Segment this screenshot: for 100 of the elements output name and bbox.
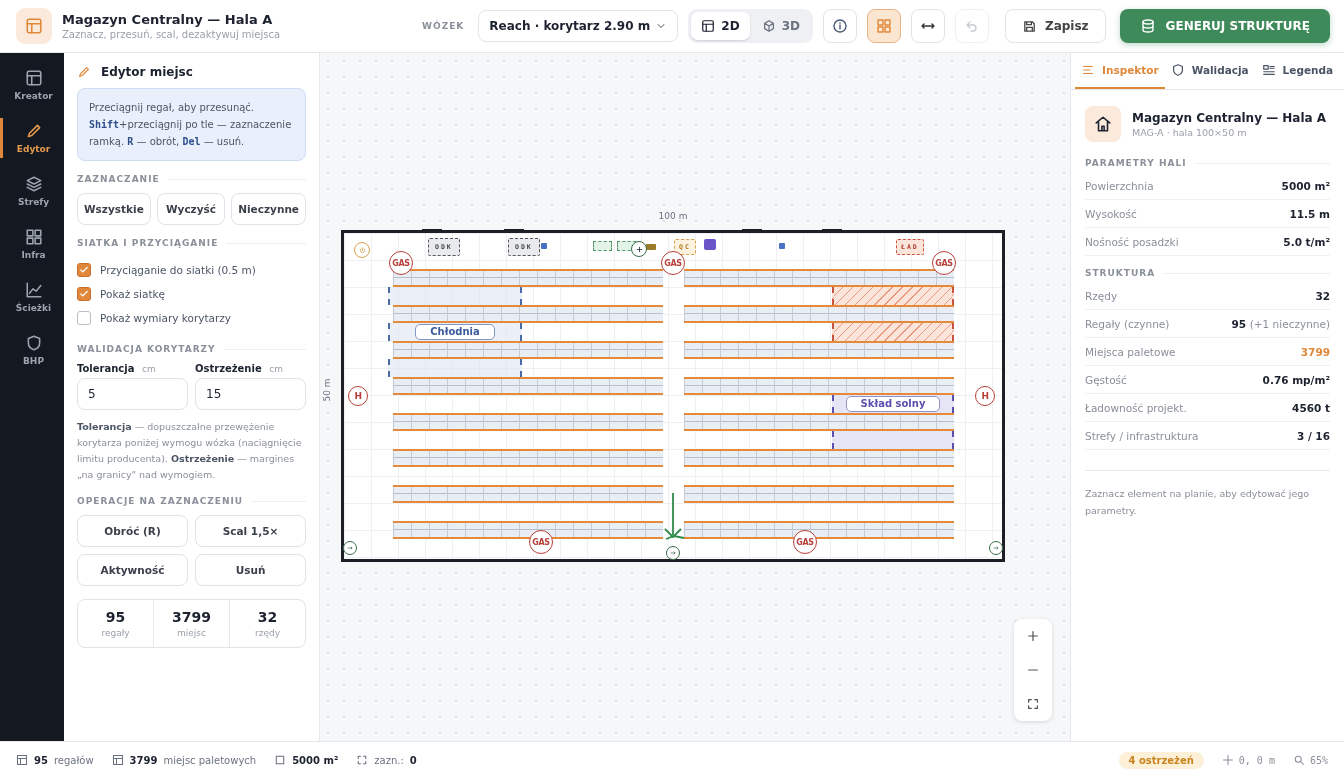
square-marker-icon[interactable] [779, 243, 785, 249]
operation-button[interactable]: Obróć (R) [77, 515, 188, 547]
nav-item[interactable]: BHP [0, 330, 64, 370]
rack-row[interactable] [393, 341, 663, 359]
rack-row[interactable] [393, 521, 663, 539]
property-label: Strefy / infrastruktura [1085, 429, 1199, 442]
rack-row[interactable] [393, 305, 663, 323]
storage-zone[interactable] [832, 431, 954, 449]
hazard-zone[interactable] [832, 287, 954, 305]
zone-label: Skład solny [845, 396, 941, 412]
operation-button[interactable]: Aktywność [77, 554, 188, 586]
section-heading: WALIDACJA KORYTARZY [77, 344, 306, 354]
checkbox-label: Przyciąganie do siatki (0.5 m) [100, 264, 256, 276]
power-icon[interactable] [354, 242, 370, 258]
section-heading: STRUKTURA [1085, 268, 1330, 278]
number-field[interactable]: 15 [195, 378, 306, 410]
rack-row[interactable] [684, 485, 954, 503]
plus-circle-icon[interactable] [631, 241, 647, 257]
exit-icon[interactable] [343, 541, 357, 555]
rack-row[interactable] [393, 269, 663, 287]
gas-marker[interactable]: GAS [529, 530, 553, 554]
nav-item[interactable]: Ścieżki [0, 277, 64, 317]
description-text: Tolerancja — dopuszczalne przewężenie korytarza poniżej wymogu wózka (naciągnięcie limitu producenta). Ostrzeżenie — margines „na granicy" nad wymogiem. [77, 420, 303, 482]
select-button[interactable]: Nieczynne [231, 193, 306, 225]
crosshair-icon [1221, 754, 1234, 766]
checkbox[interactable] [77, 311, 91, 325]
info-tool-button[interactable] [822, 9, 857, 43]
generate-button[interactable]: GENERUJ STRUKTURĘ [1119, 9, 1330, 43]
truck-dropdown[interactable]: Reach · korytarz 2.90 m [478, 10, 679, 42]
arrow-right-icon [669, 549, 677, 557]
select-button[interactable]: Wszystkie [77, 193, 151, 225]
equipment-tag[interactable] [593, 241, 612, 251]
zone-label: Chłodnia [415, 324, 495, 340]
measure-tool-button[interactable] [910, 9, 945, 43]
rack-row[interactable] [393, 377, 663, 395]
hydrant-marker[interactable]: H [348, 386, 368, 406]
number-field[interactable]: 5 [77, 378, 188, 410]
inspector-tab[interactable]: Legenda [1254, 53, 1340, 89]
status-value: 3799 [129, 754, 158, 766]
checkbox[interactable] [77, 287, 91, 301]
status-label: regałów [53, 754, 94, 766]
line-chart-icon [24, 281, 43, 299]
rack-row[interactable] [684, 269, 954, 287]
nav-item[interactable]: Kreator [0, 65, 64, 105]
save-button[interactable]: Zapisz [1004, 9, 1106, 43]
zoom-level: 65% [1309, 754, 1328, 766]
square-marker-icon[interactable] [541, 243, 547, 249]
hall-title: Magazyn Centralny — Hala A [1132, 110, 1327, 125]
property-label: Rzędy [1085, 289, 1118, 302]
section-heading: ZAZNACZANIE [77, 174, 306, 184]
grid-icon [24, 228, 43, 246]
cube-icon [761, 19, 776, 33]
operation-button[interactable]: Scal 1,5× [195, 515, 306, 547]
equipment-tag[interactable] [704, 239, 716, 250]
rack-row[interactable] [684, 449, 954, 467]
arrow-right-icon [346, 544, 354, 552]
nav-item[interactable]: Infra [0, 224, 64, 264]
nav-item[interactable]: Edytor [0, 118, 64, 158]
equipment-tag[interactable] [646, 244, 656, 250]
field-label: Tolerancja [77, 363, 135, 374]
exit-icon[interactable] [666, 546, 680, 560]
section-heading: SIATKA I PRZYCIĄGANIE [77, 238, 306, 248]
view-tab[interactable]: 2D [691, 12, 750, 40]
inspector-tab[interactable]: Walidacja [1164, 53, 1255, 89]
rack-row[interactable] [684, 305, 954, 323]
storage-zone[interactable]: Skład solny [832, 395, 954, 413]
nav-item[interactable]: Strefy [0, 171, 64, 211]
rack-row[interactable] [684, 377, 954, 395]
operation-button[interactable]: Usuń [195, 554, 306, 586]
layers-icon [24, 175, 43, 193]
checkbox[interactable] [77, 263, 91, 277]
square-icon [274, 754, 287, 766]
hazard-zone[interactable] [832, 323, 954, 341]
property-label: Nośność posadzki [1085, 235, 1179, 248]
gas-marker[interactable]: GAS [389, 251, 413, 275]
gas-marker[interactable]: GAS [661, 251, 685, 275]
hydrant-marker[interactable]: H [975, 386, 995, 406]
house-glyph-icon [1094, 115, 1112, 133]
view-tab[interactable]: 3D [751, 12, 810, 40]
rack-row[interactable] [393, 449, 663, 467]
rack-row[interactable] [393, 413, 663, 431]
property-value: 5.0 t/m² [1283, 235, 1330, 248]
stat-label: regały [100, 628, 131, 638]
status-value: 5000 m² [292, 754, 339, 766]
section-heading: OPERACJE NA ZAZNACZENIU [77, 496, 306, 506]
table-icon [111, 754, 124, 766]
property-label: Miejsca paletowe [1085, 345, 1176, 358]
select-button[interactable]: Wyczyść [156, 193, 226, 225]
info-icon [831, 18, 848, 34]
exit-icon[interactable] [989, 541, 1003, 555]
grid-icon [875, 18, 892, 34]
property-label: Powierzchnia [1085, 179, 1154, 192]
grid-tool-button[interactable] [866, 9, 901, 43]
gas-marker[interactable]: GAS [793, 530, 817, 554]
rack-row[interactable] [393, 485, 663, 503]
gas-marker[interactable]: GAS [932, 251, 956, 275]
property-label: Ładowność projekt. [1085, 401, 1187, 414]
rack-row[interactable] [684, 521, 954, 539]
rack-row[interactable] [684, 341, 954, 359]
rack-row[interactable] [684, 413, 954, 431]
